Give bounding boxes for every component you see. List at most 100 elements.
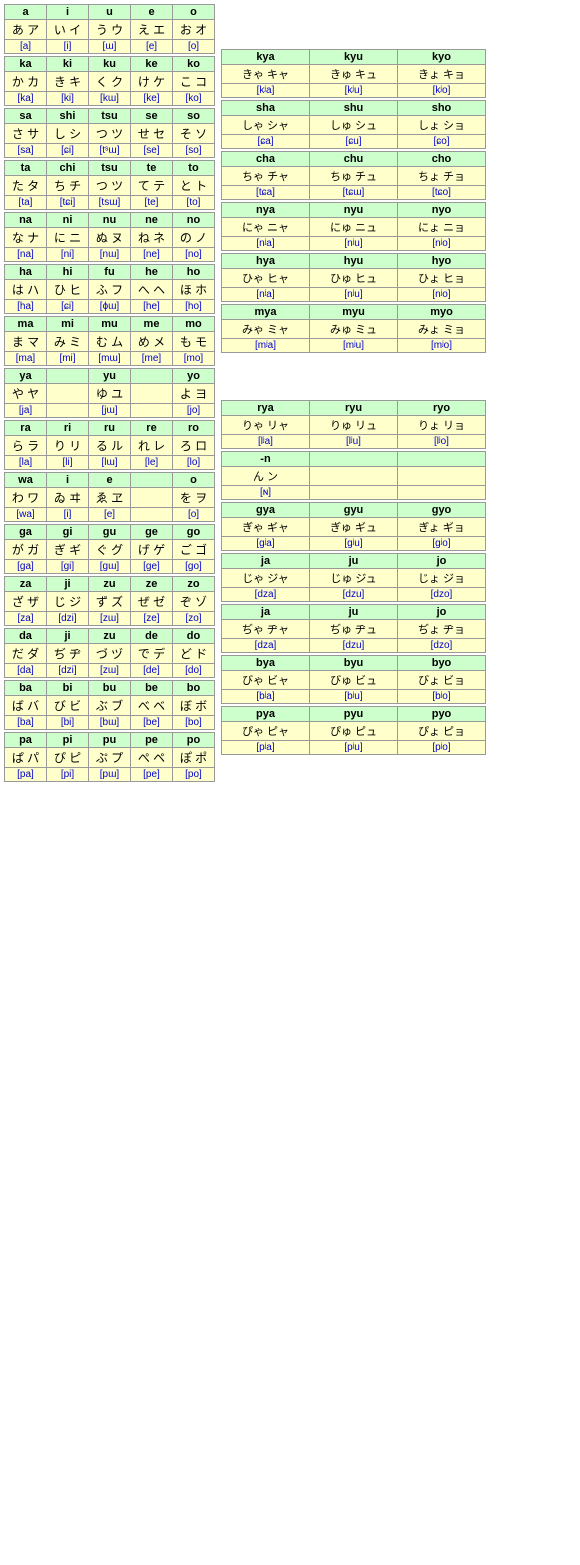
kana-cell: ぜ ゼ [131, 592, 173, 612]
right-kana-cell: ん ン [222, 466, 310, 485]
kana-cell: の ノ [173, 228, 215, 248]
kana-cell [47, 384, 89, 404]
right-header-cell: pyo [398, 706, 486, 721]
ipa-cell: [gi] [47, 560, 89, 574]
left-header-cell: ko [173, 57, 215, 72]
kana-cell: び ビ [47, 696, 89, 716]
kana-cell: べ ベ [131, 696, 173, 716]
left-header-cell: se [131, 109, 173, 124]
kana-cell: せ セ [131, 124, 173, 144]
left-header-cell: mi [47, 317, 89, 332]
left-header-cell: u [89, 5, 131, 20]
kana-cell: ま マ [5, 332, 47, 352]
right-header-cell: shu [310, 100, 398, 115]
left-header-cell: bo [173, 681, 215, 696]
left-header-cell: yu [89, 369, 131, 384]
right-kana-cell: びゅ ビュ [310, 670, 398, 689]
right-header-cell: sha [222, 100, 310, 115]
right-header-cell: byo [398, 655, 486, 670]
ipa-cell: [ni] [47, 248, 89, 262]
kana-cell: ち チ [47, 176, 89, 196]
empty-row [222, 32, 486, 46]
kana-cell: ぢ ヂ [47, 644, 89, 664]
left-header-cell: yo [173, 369, 215, 384]
kana-cell: き キ [47, 72, 89, 92]
ipa-cell: [ja] [5, 404, 47, 418]
right-header-cell: bya [222, 655, 310, 670]
kana-cell: ぺ ペ [131, 748, 173, 768]
right-kana-cell: ぎょ ギョ [398, 517, 486, 536]
ipa-cell: [pe] [131, 768, 173, 782]
right-kana-cell: りゅ リュ [310, 415, 398, 434]
ipa-cell: [lo] [173, 456, 215, 470]
ipa-cell: [be] [131, 716, 173, 730]
left-header-cell: tsu [89, 109, 131, 124]
right-kana-cell: ひょ ヒョ [398, 268, 486, 287]
left-header-cell: fu [89, 265, 131, 280]
ipa-cell: [go] [173, 560, 215, 574]
right-kana-cell: じゃ ジャ [222, 568, 310, 587]
kana-cell: ど ド [173, 644, 215, 664]
right-ipa-cell: [tɕɯ] [310, 185, 398, 199]
ipa-cell: [de] [131, 664, 173, 678]
ipa-cell: [so] [173, 144, 215, 158]
ipa-cell: [a] [5, 40, 47, 54]
ipa-cell: [mi] [47, 352, 89, 366]
right-kana-cell: みょ ミョ [398, 319, 486, 338]
left-header-cell: i [47, 5, 89, 20]
left-header-cell: ka [5, 57, 47, 72]
left-header-cell: ya [5, 369, 47, 384]
right-kana-cell: しゅ シュ [310, 115, 398, 134]
right-header-cell: pya [222, 706, 310, 721]
right-kana-cell: りゃ リャ [222, 415, 310, 434]
ipa-cell: [ma] [5, 352, 47, 366]
ipa-cell: [kɯ] [89, 92, 131, 106]
kana-cell: つ ツ [89, 124, 131, 144]
right-header-cell: jo [398, 553, 486, 568]
ipa-cell: [bo] [173, 716, 215, 730]
right-section: kyakyukyoきゃ キャきゅ キュきょ キョ[kʲa][kʲu][kʲo]s… [221, 4, 486, 755]
kana-cell: り リ [47, 436, 89, 456]
left-header-cell: po [173, 733, 215, 748]
ipa-cell: [ko] [173, 92, 215, 106]
left-header-cell: zo [173, 577, 215, 592]
left-header-cell: to [173, 161, 215, 176]
right-ipa-cell: [bʲu] [310, 689, 398, 703]
ipa-cell: [ze] [131, 612, 173, 626]
right-kana-cell: びょ ビョ [398, 670, 486, 689]
kana-cell: ぼ ボ [173, 696, 215, 716]
kana-cell [131, 384, 173, 404]
right-header-cell: nya [222, 202, 310, 217]
page: aiueoあ アい イう ウえ エお オ[a][i][ɯ][e][o]kakik… [0, 0, 580, 786]
kana-cell: な ナ [5, 228, 47, 248]
left-header-cell: ma [5, 317, 47, 332]
kana-cell: し シ [47, 124, 89, 144]
kana-cell: ら ラ [5, 436, 47, 456]
ipa-cell: [zɯ] [89, 664, 131, 678]
right-kana-cell: ぢょ ヂョ [398, 619, 486, 638]
right-kana-cell: みゃ ミャ [222, 319, 310, 338]
ipa-cell: [te] [131, 196, 173, 210]
left-header-cell: shi [47, 109, 89, 124]
empty-row [222, 18, 486, 32]
right-ipa-cell: [lʲu] [310, 434, 398, 448]
right-header-cell: hya [222, 253, 310, 268]
kana-cell: れ レ [131, 436, 173, 456]
left-header-cell: tsu [89, 161, 131, 176]
kana-cell: け ケ [131, 72, 173, 92]
ipa-cell: [pi] [47, 768, 89, 782]
kana-cell: で デ [131, 644, 173, 664]
ipa-cell: [tsɯ] [89, 196, 131, 210]
right-header-cell: byu [310, 655, 398, 670]
right-kana-cell: ひゅ ヒュ [310, 268, 398, 287]
right-ipa-cell: [kʲu] [310, 83, 398, 97]
right-ipa-cell: [nʲu] [310, 236, 398, 250]
kana-cell: ゆ ユ [89, 384, 131, 404]
left-header-cell: ke [131, 57, 173, 72]
right-kana-cell: にょ ニョ [398, 217, 486, 236]
ipa-cell: [dzi] [47, 612, 89, 626]
kana-cell: た タ [5, 176, 47, 196]
left-header-cell: zu [89, 629, 131, 644]
kana-cell: ぱ パ [5, 748, 47, 768]
right-ipa-cell: [gʲu] [310, 536, 398, 550]
